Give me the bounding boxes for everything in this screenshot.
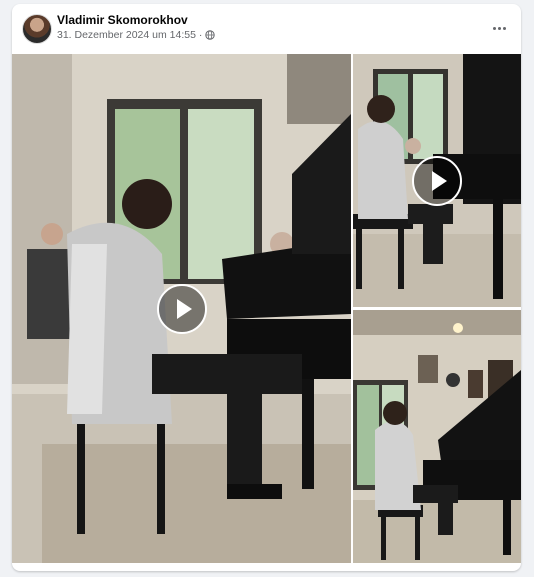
post-meta: 31. Dezember 2024 um 14:55 · — [57, 29, 216, 41]
video-bottom-right[interactable] — [353, 310, 521, 563]
more-options-button[interactable] — [487, 16, 511, 40]
video-thumbnail-bottom-right — [353, 310, 521, 563]
play-icon — [176, 299, 192, 319]
play-icon — [431, 171, 447, 191]
video-top-right[interactable] — [353, 54, 521, 307]
play-button[interactable] — [412, 156, 462, 206]
post-card: Vladimir Skomorokhov 31. Dezember 2024 u… — [12, 4, 521, 571]
play-button[interactable] — [157, 284, 207, 334]
more-dot — [502, 26, 506, 30]
author-name[interactable]: Vladimir Skomorokhov — [57, 13, 188, 27]
avatar[interactable] — [22, 14, 52, 44]
post-timestamp[interactable]: 31. Dezember 2024 um 14:55 — [57, 29, 196, 41]
video-main[interactable] — [12, 54, 351, 563]
more-horizontal-icon — [492, 26, 496, 30]
post-header: Vladimir Skomorokhov 31. Dezember 2024 u… — [12, 4, 521, 54]
globe-icon — [205, 30, 216, 40]
more-dot — [497, 26, 501, 30]
meta-separator: · — [198, 29, 203, 41]
